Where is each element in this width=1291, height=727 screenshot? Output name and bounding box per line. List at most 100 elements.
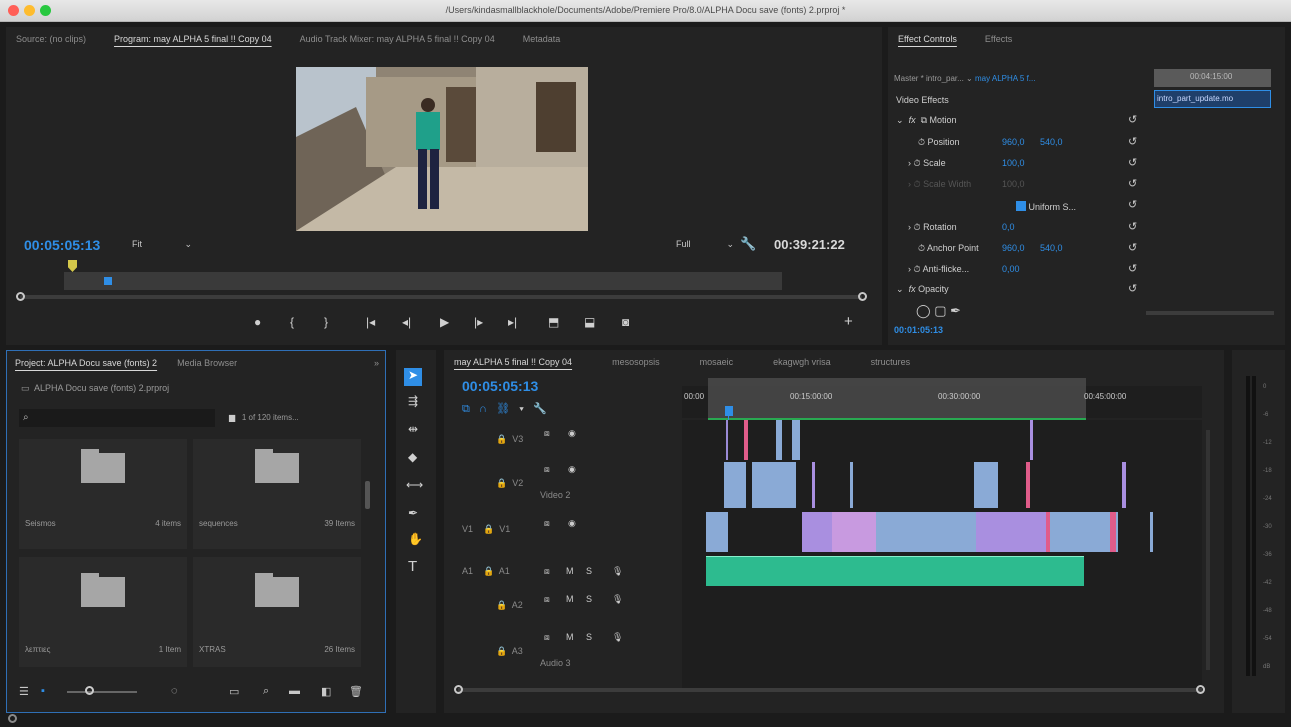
razor-tool-icon[interactable]: ◆ bbox=[408, 450, 417, 464]
zoom-dropdown[interactable]: Fit ⌄ bbox=[132, 239, 192, 249]
reset-icon[interactable]: ↺ bbox=[1128, 282, 1137, 295]
clip-v2[interactable] bbox=[850, 462, 853, 508]
disclosure-icon[interactable]: › bbox=[908, 222, 911, 232]
anchor-y-value[interactable]: 540,0 bbox=[1040, 243, 1063, 253]
track-v2[interactable]: 🔒 V2 ⧈ ◉ Video 2 bbox=[496, 464, 576, 500]
tab-metadata[interactable]: Metadata bbox=[523, 34, 561, 44]
anchor-point-row[interactable]: ⏱ Anchor Point 960,0 540,0 bbox=[918, 243, 1063, 254]
timeline-timecode[interactable]: 00:05:05:13 bbox=[462, 378, 538, 394]
clip-v1[interactable] bbox=[876, 512, 976, 552]
stopwatch-icon[interactable]: ⏱ bbox=[914, 264, 921, 274]
stopwatch-icon[interactable]: ⏱ bbox=[918, 137, 925, 147]
lock-icon[interactable]: 🔒 bbox=[496, 646, 507, 656]
new-bin-icon[interactable]: ▆ bbox=[229, 413, 235, 422]
anti-flicker-row[interactable]: › ⏱ Anti-flicke... 0,00 bbox=[908, 264, 1020, 275]
go-to-out-icon[interactable]: ▸| bbox=[508, 315, 517, 329]
microphone-icon[interactable]: 🎙 bbox=[612, 594, 623, 605]
linked-selection-icon[interactable]: ⛓ bbox=[496, 403, 510, 415]
type-tool-icon[interactable]: T bbox=[408, 558, 417, 575]
clip-v2[interactable] bbox=[812, 462, 815, 508]
toggle-sync-icon[interactable]: ⧈ bbox=[544, 594, 550, 605]
audio-clip-a1[interactable] bbox=[706, 556, 1084, 586]
hand-tool-icon[interactable]: ✋ bbox=[408, 532, 423, 546]
reset-icon[interactable]: ↺ bbox=[1128, 241, 1137, 254]
stopwatch-icon[interactable]: ⏱ bbox=[918, 243, 925, 253]
effect-controls-scrollbar[interactable] bbox=[1146, 311, 1274, 315]
snap-icon[interactable]: ∩ bbox=[479, 403, 487, 415]
lock-icon[interactable]: 🔒 bbox=[496, 600, 507, 610]
mute-icon[interactable]: M bbox=[566, 632, 574, 642]
clip-v2[interactable] bbox=[974, 462, 998, 508]
track-v3[interactable]: 🔒 V3 ⧈ ◉ bbox=[496, 428, 576, 445]
track-a3[interactable]: 🔒 A3 ⧈ M S 🎙 Audio 3 bbox=[496, 632, 623, 668]
tab-effects[interactable]: Effects bbox=[985, 34, 1012, 44]
toggle-sync-icon[interactable]: ⧈ bbox=[544, 632, 550, 643]
clip-v1[interactable] bbox=[832, 512, 876, 552]
clip-v2[interactable] bbox=[724, 462, 746, 508]
go-to-in-icon[interactable]: |◂ bbox=[366, 315, 375, 329]
panel-overflow-icon[interactable]: » bbox=[374, 358, 379, 368]
monitor-scroll-bar[interactable] bbox=[20, 295, 862, 299]
clip-v1[interactable] bbox=[976, 512, 1046, 552]
lift-icon[interactable]: ⬒ bbox=[548, 315, 559, 329]
tab-sequence[interactable]: mesosopsis bbox=[612, 357, 660, 367]
anchor-x-value[interactable]: 960,0 bbox=[1002, 243, 1025, 253]
nest-icon[interactable]: ⧉ bbox=[462, 403, 470, 415]
scale-row[interactable]: › ⏱ Scale 100,0 bbox=[908, 158, 1025, 169]
clip-v3[interactable] bbox=[792, 420, 800, 460]
track-a2[interactable]: 🔒 A2 ⧈ M S 🎙 bbox=[496, 594, 623, 611]
tab-sequence[interactable]: mosaeic bbox=[700, 357, 734, 367]
tab-media-browser[interactable]: Media Browser bbox=[177, 358, 237, 368]
program-video-frame[interactable] bbox=[296, 67, 588, 231]
list-view-icon[interactable]: ☰ bbox=[19, 685, 29, 698]
ellipse-mask-icon[interactable]: ◯ bbox=[916, 303, 931, 318]
tab-sequence[interactable]: structures bbox=[871, 357, 911, 367]
timeline-playhead-handle[interactable] bbox=[725, 406, 733, 416]
project-scrollbar[interactable] bbox=[365, 481, 370, 509]
fx-icon[interactable]: fx bbox=[909, 115, 916, 125]
add-button-icon[interactable]: + bbox=[844, 313, 853, 330]
icon-view-icon[interactable]: ▪ bbox=[41, 685, 45, 697]
play-icon[interactable]: ▶ bbox=[440, 315, 449, 329]
reset-icon[interactable]: ↺ bbox=[1128, 113, 1137, 126]
slip-tool-icon[interactable]: ⟷ bbox=[406, 478, 423, 492]
track-a1[interactable]: A1 🔒 A1 ⧈ M S 🎙 bbox=[462, 566, 623, 577]
lock-icon[interactable]: 🔒 bbox=[496, 478, 507, 488]
work-area-bar[interactable] bbox=[708, 378, 1086, 420]
playhead-marker[interactable] bbox=[68, 260, 77, 272]
clip-bar[interactable]: intro_part_update.mo bbox=[1154, 90, 1271, 108]
clip-v1[interactable] bbox=[1110, 512, 1116, 552]
clip-v2[interactable] bbox=[1026, 462, 1030, 508]
bin-tile[interactable]: λεπτιες 1 Item bbox=[19, 557, 187, 667]
lock-icon[interactable]: 🔒 bbox=[483, 524, 494, 534]
microphone-icon[interactable]: 🎙 bbox=[612, 566, 623, 577]
disclosure-icon[interactable]: › bbox=[908, 158, 911, 168]
opacity-effect-row[interactable]: ⌄ fx Opacity bbox=[896, 284, 949, 295]
resolution-dropdown[interactable]: Full ⌄ bbox=[676, 239, 734, 249]
add-marker-icon[interactable]: ▾ bbox=[519, 403, 524, 415]
track-v1[interactable]: V1 🔒 V1 ⧈ ◉ bbox=[462, 518, 576, 535]
reset-icon[interactable]: ↺ bbox=[1128, 177, 1137, 190]
mute-icon[interactable]: M bbox=[566, 566, 574, 576]
new-bin-icon[interactable]: ▬ bbox=[289, 685, 300, 697]
master-clip-selector[interactable]: Master * intro_par... ⌄ may ALPHA 5 f... bbox=[894, 74, 1035, 83]
track-select-tool-icon[interactable]: ⇶ bbox=[408, 394, 418, 408]
new-item-icon[interactable]: ◧ bbox=[321, 685, 331, 698]
position-row[interactable]: ⏱ Position 960,0 540,0 bbox=[918, 137, 1063, 148]
reset-icon[interactable]: ↺ bbox=[1128, 198, 1137, 211]
clip-v2[interactable] bbox=[752, 462, 796, 508]
clip-v3[interactable] bbox=[1030, 420, 1033, 460]
automate-icon[interactable]: ▭ bbox=[229, 685, 239, 698]
mark-out-icon[interactable]: } bbox=[324, 315, 328, 329]
uniform-scale-checkbox[interactable] bbox=[1016, 201, 1026, 211]
toggle-sync-icon[interactable]: ⧈ bbox=[544, 464, 550, 475]
bin-tile[interactable]: Seismos 4 items bbox=[19, 439, 187, 549]
mark-in-icon[interactable]: { bbox=[290, 315, 294, 329]
scroll-handle-right[interactable] bbox=[1196, 685, 1205, 694]
disclosure-icon[interactable]: ⌄ bbox=[896, 284, 904, 294]
source-patch[interactable]: V1 bbox=[462, 524, 473, 534]
reset-icon[interactable]: ↺ bbox=[1128, 135, 1137, 148]
bin-tile[interactable]: XTRAS 26 Items bbox=[193, 557, 361, 667]
scale-value[interactable]: 100,0 bbox=[1002, 158, 1025, 168]
step-back-icon[interactable]: ◂| bbox=[402, 315, 411, 329]
